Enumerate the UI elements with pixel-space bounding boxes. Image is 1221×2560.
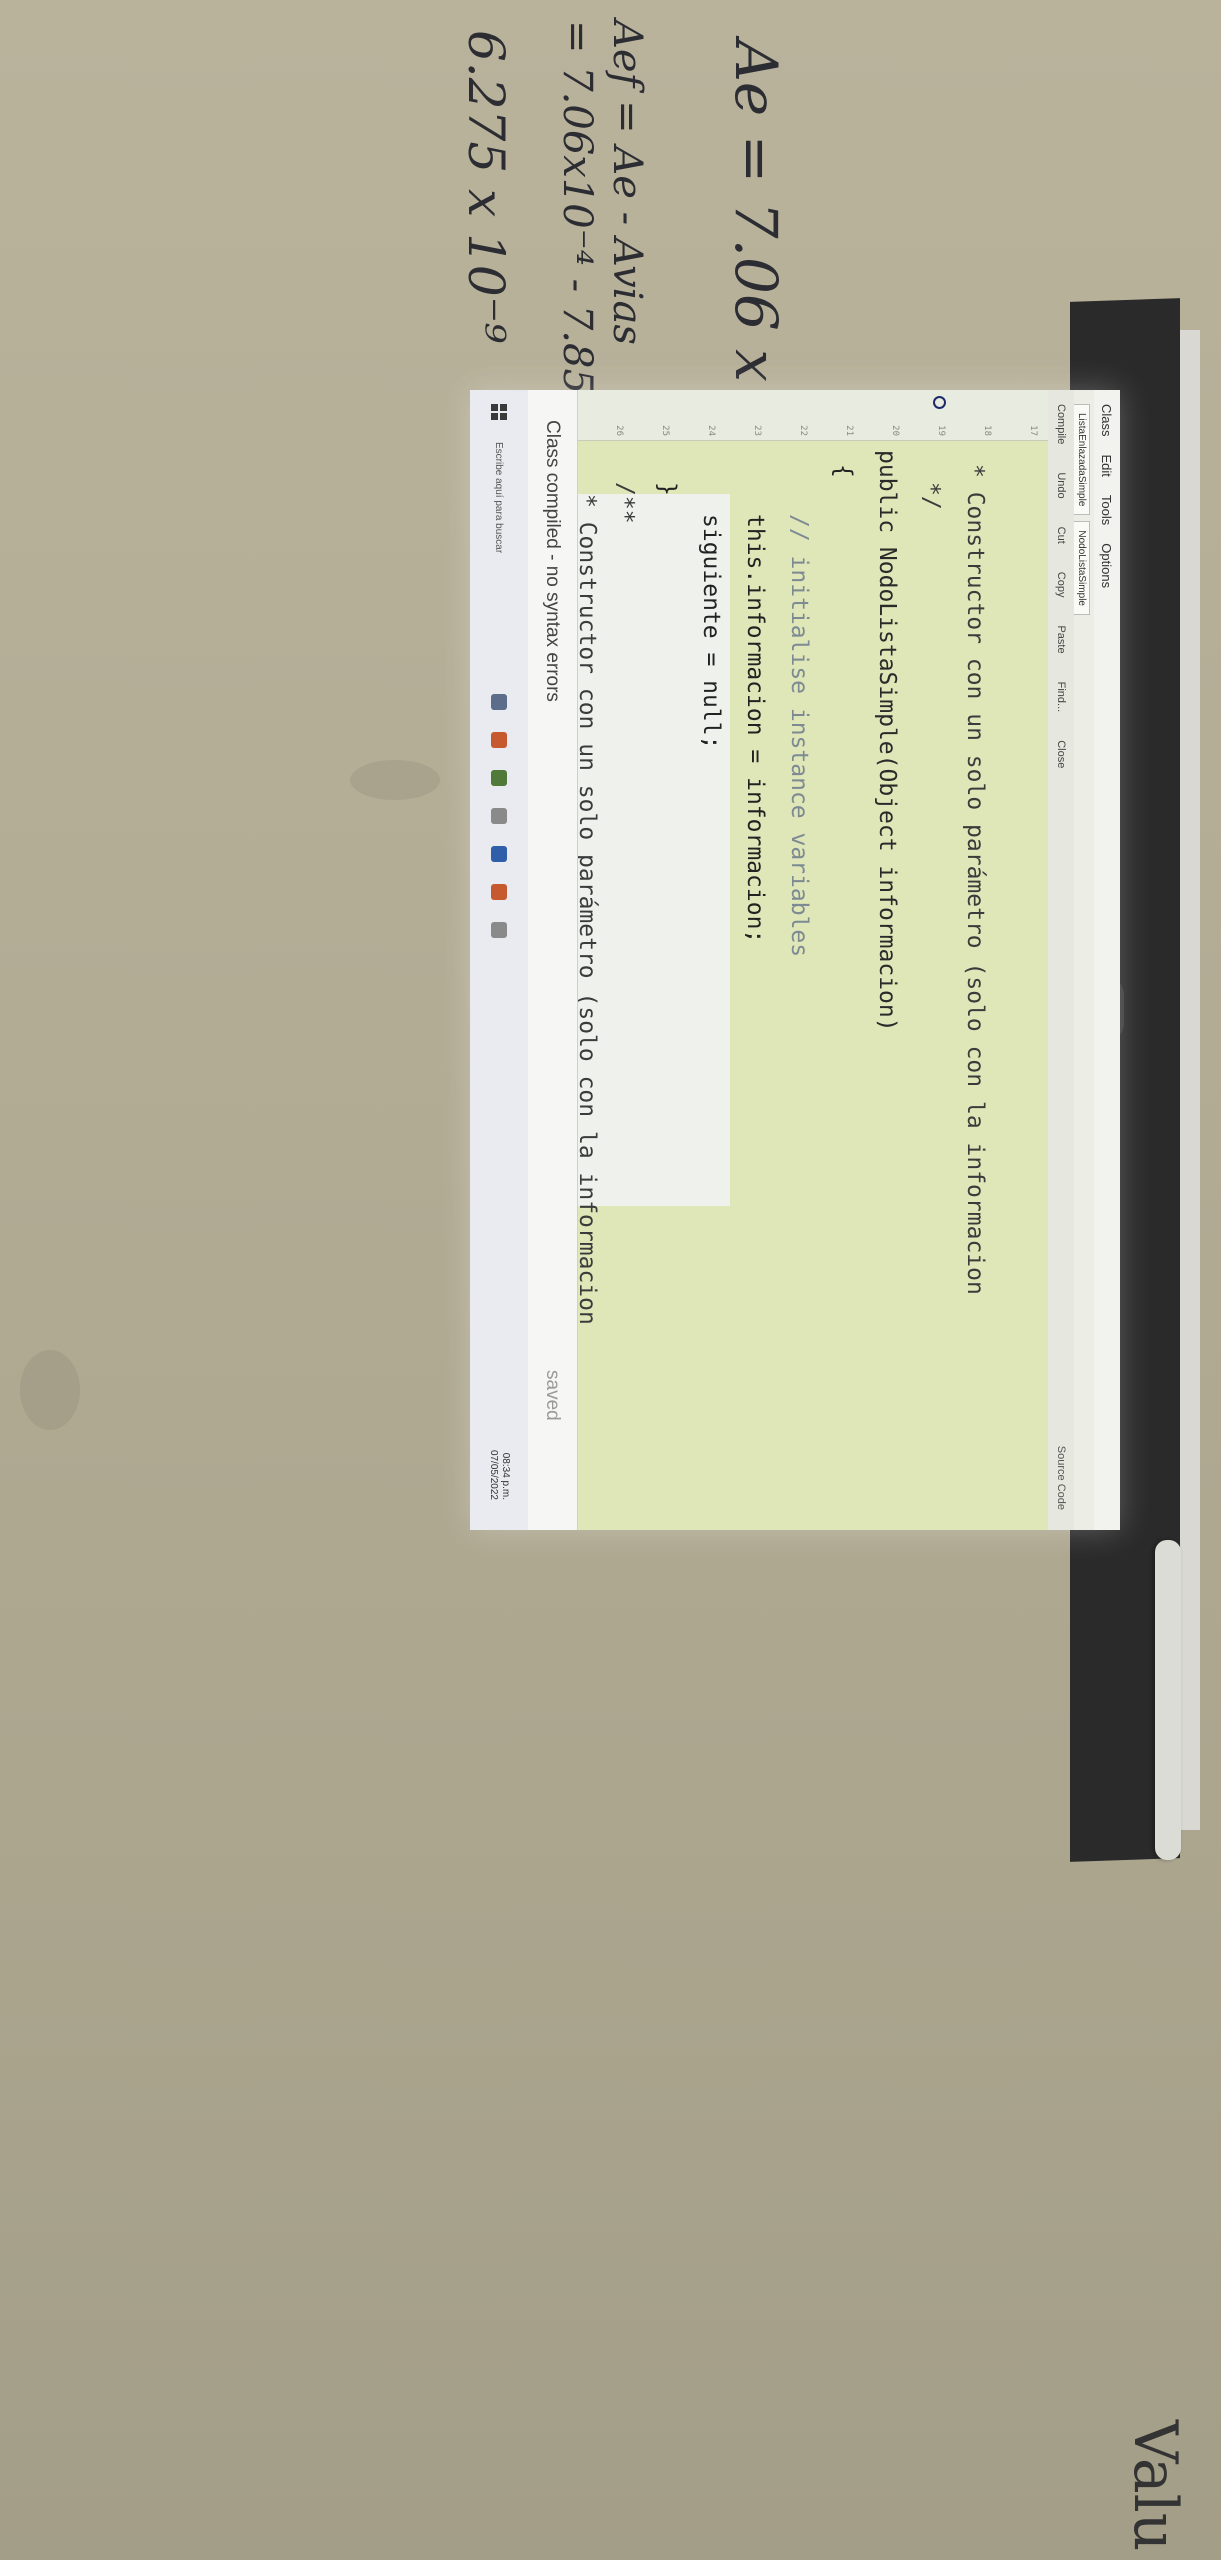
code-line: } — [654, 482, 680, 496]
code-line: */ — [918, 482, 944, 510]
view-selector[interactable]: Source Code — [1055, 1446, 1067, 1510]
compile-button[interactable]: Compile — [1055, 404, 1067, 444]
windows-start-icon[interactable] — [491, 404, 507, 420]
app-icon[interactable] — [491, 846, 507, 862]
line-number: 25 — [660, 425, 670, 436]
line-number: 22 — [798, 425, 808, 436]
paste-button[interactable]: Paste — [1055, 625, 1067, 653]
code-line: siguiente = null; — [698, 514, 724, 750]
clock-time: 08:34 p.m. — [500, 1452, 511, 1500]
handwriting-result: 6.275 x 10⁻⁹ — [457, 30, 515, 344]
app-icon[interactable] — [491, 808, 507, 824]
handwriting-substitution: = 7.06x10⁻⁴ - 7.85 x — [554, 20, 600, 430]
code-line: * Constructor con un solo parámetro (sol… — [962, 464, 988, 1295]
projected-bluej-window: Class Edit Tools Options ListaEnlazadaSi… — [470, 390, 1120, 1530]
cut-button[interactable]: Cut — [1055, 527, 1067, 544]
saved-indicator: saved — [542, 1370, 563, 1421]
menu-class[interactable]: Class — [1100, 404, 1115, 437]
compile-status: Class compiled - no syntax errors — [542, 420, 563, 702]
tab-nodo-lista-simple[interactable]: NodoListaSimple — [1074, 521, 1090, 615]
menu-options[interactable]: Options — [1100, 543, 1115, 588]
code-editor[interactable]: 17 18 19 20 21 22 23 24 25 26 * Construc… — [578, 390, 1048, 1530]
task-view-icon[interactable] — [491, 694, 507, 710]
close-button[interactable]: Close — [1055, 740, 1067, 768]
menu-tools[interactable]: Tools — [1100, 495, 1115, 525]
line-number: 17 — [1028, 425, 1038, 436]
code-line: { — [830, 464, 856, 478]
windows-taskbar: Escribe aquí para buscar 08:34 p.m. 07/0… — [470, 390, 528, 1530]
wall-stain — [350, 760, 440, 800]
line-number: 20 — [890, 425, 900, 436]
line-number: 21 — [844, 425, 854, 436]
find-button[interactable]: Find... — [1055, 682, 1067, 713]
editor-tabs: ListaEnlazadaSimple NodoListaSimple — [1074, 390, 1094, 1530]
line-number: 24 — [706, 425, 716, 436]
line-number: 18 — [982, 425, 992, 436]
clock-date: 07/05/2022 — [488, 1449, 499, 1500]
projector-screen-roll — [1155, 1540, 1181, 1860]
menu-bar: Class Edit Tools Options — [1094, 390, 1120, 1530]
wall-stain — [20, 1350, 80, 1430]
status-bar: Class compiled - no syntax errors saved — [527, 390, 578, 1530]
app-icon[interactable] — [491, 922, 507, 938]
code-line: public NodoListaSimple(Object informacio… — [874, 450, 900, 1032]
app-icon[interactable] — [491, 770, 507, 786]
menu-edit[interactable]: Edit — [1100, 455, 1115, 477]
code-line: * Constructor con un solo parámetro (sol… — [578, 494, 600, 1325]
code-line: this.informacion = informacion; — [742, 514, 768, 944]
breakpoint-marker[interactable] — [933, 396, 946, 409]
line-number: 26 — [614, 425, 624, 436]
code-line: // initialise instance variables — [786, 514, 812, 958]
app-icon[interactable] — [491, 732, 507, 748]
taskbar-clock[interactable]: 08:34 p.m. 07/05/2022 — [487, 1450, 511, 1500]
code-line: /** — [612, 482, 638, 524]
editor-toolbar: Compile Undo Cut Copy Paste Find... Clos… — [1048, 390, 1074, 1530]
line-number: 23 — [752, 425, 762, 436]
app-icon[interactable] — [491, 884, 507, 900]
taskbar-search[interactable]: Escribe aquí para buscar — [494, 442, 505, 672]
handwriting-formula: Aef = Ae - Avias — [604, 20, 650, 345]
line-number-gutter: 17 18 19 20 21 22 23 24 25 26 — [578, 390, 1048, 441]
handwriting-corner: Valu — [1120, 2420, 1190, 2552]
tab-lista-enlazada-simple[interactable]: ListaEnlazadaSimple — [1074, 404, 1090, 516]
undo-button[interactable]: Undo — [1055, 472, 1067, 498]
copy-button[interactable]: Copy — [1055, 572, 1067, 598]
